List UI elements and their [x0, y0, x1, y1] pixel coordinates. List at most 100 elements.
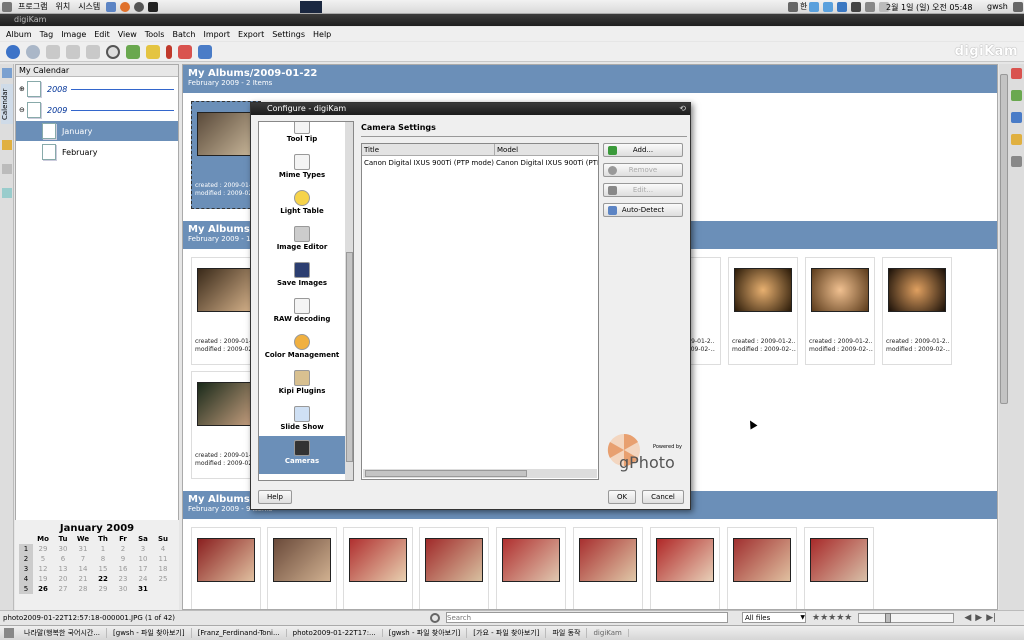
- firefox-icon[interactable]: [120, 1, 131, 12]
- config-item-light-table[interactable]: Light Table: [259, 188, 345, 224]
- day-cell[interactable]: 11: [153, 554, 173, 564]
- task-firefox[interactable]: 나라말(행복한 국어시간...: [18, 628, 108, 638]
- menu-help[interactable]: Help: [309, 30, 335, 39]
- menu-tools[interactable]: Tools: [141, 30, 169, 39]
- filter-select[interactable]: All files ▼: [742, 612, 806, 623]
- zoom-slider[interactable]: [858, 612, 955, 623]
- task-file-browser-2[interactable]: [gwsh - 파일 찾아보기]: [383, 628, 468, 638]
- column-header-title[interactable]: Title: [362, 144, 495, 156]
- menu-album[interactable]: Album: [2, 30, 36, 39]
- photo-thumbnail[interactable]: [425, 538, 483, 582]
- horizontal-scrollbar[interactable]: [363, 469, 597, 478]
- config-item-kipi-plugins[interactable]: Kipi Plugins: [259, 368, 345, 404]
- back-arrow-icon[interactable]: ◀: [964, 613, 971, 623]
- forward-arrow-icon[interactable]: ▶: [975, 613, 982, 623]
- metadata-icon[interactable]: [1011, 90, 1022, 101]
- expand-icon[interactable]: ⊕: [19, 85, 27, 93]
- search-icon[interactable]: [430, 612, 440, 623]
- day-cell[interactable]: 14: [73, 564, 93, 574]
- day-cell[interactable]: 25: [153, 574, 173, 584]
- camera-list[interactable]: Title Model Canon Digital IXUS 900Ti (PT…: [361, 143, 599, 480]
- panel-menu-places[interactable]: 위치: [51, 1, 74, 12]
- album-properties-icon[interactable]: [86, 44, 100, 59]
- day-cell[interactable]: 23: [113, 574, 133, 584]
- photo-thumbnail[interactable]: [579, 538, 637, 582]
- thumbnail-item[interactable]: [804, 527, 874, 609]
- thumbnail-item[interactable]: created : 2009-01-2... modified : 2009-0…: [805, 257, 875, 365]
- task-file-browser[interactable]: [gwsh - 파일 찾아보기]: [107, 628, 192, 638]
- day-cell[interactable]: 20: [53, 574, 73, 584]
- day-cell[interactable]: 19: [33, 574, 53, 584]
- remove-camera-button[interactable]: Remove: [603, 163, 683, 177]
- zoom-handle[interactable]: [885, 612, 892, 623]
- photo-thumbnail[interactable]: [197, 382, 255, 426]
- comments-icon[interactable]: [1011, 112, 1022, 123]
- properties-icon[interactable]: [1011, 68, 1022, 79]
- task-digikam[interactable]: digiKam: [587, 629, 629, 637]
- tags-icon[interactable]: [2, 140, 12, 150]
- day-cell[interactable]: 9: [113, 554, 133, 564]
- day-cell[interactable]: 15: [93, 564, 113, 574]
- new-album-icon[interactable]: [46, 44, 60, 59]
- day-cell[interactable]: 12: [33, 564, 53, 574]
- day-cell[interactable]: 6: [53, 554, 73, 564]
- day-cell[interactable]: 28: [73, 584, 93, 594]
- thumbnail-item[interactable]: [343, 527, 413, 609]
- menu-batch[interactable]: Batch: [168, 30, 199, 39]
- photo-thumbnail[interactable]: [197, 538, 255, 582]
- foot-icon[interactable]: [2, 1, 12, 12]
- config-item-slide-show[interactable]: Slide Show: [259, 404, 345, 440]
- day-cell[interactable]: 29: [33, 544, 53, 554]
- menu-export[interactable]: Export: [234, 30, 268, 39]
- day-cell[interactable]: 30: [113, 584, 133, 594]
- package-icon[interactable]: [106, 1, 117, 12]
- photo-thumbnail[interactable]: [888, 268, 946, 312]
- day-cell[interactable]: [153, 584, 173, 594]
- tree-item-2009[interactable]: ⊖ 2009: [16, 100, 178, 120]
- config-list-scrollbar[interactable]: [345, 122, 353, 480]
- tree-item-2008[interactable]: ⊕ 2008: [16, 79, 178, 99]
- tray-network-icon[interactable]: [809, 1, 820, 12]
- user-menu[interactable]: gwsh: [987, 2, 1008, 11]
- rating-filter[interactable]: ★★★★★: [812, 613, 852, 623]
- edit-pencil-icon[interactable]: [166, 44, 172, 59]
- config-page-list[interactable]: Tool Tip Mime Types Light Table Image Ed…: [258, 121, 354, 481]
- photo-thumbnail[interactable]: [349, 538, 407, 582]
- thumbnail-item[interactable]: created : 2009-01-2... modified : 2009-0…: [882, 257, 952, 365]
- photo-thumbnail[interactable]: [734, 268, 792, 312]
- day-cell[interactable]: 17: [133, 564, 153, 574]
- task-file-ops[interactable]: 파일 동작: [546, 628, 588, 638]
- photo-thumbnail[interactable]: [197, 268, 255, 312]
- panel-menu-applications[interactable]: 프로그램: [14, 1, 51, 12]
- task-image[interactable]: photo2009-01-22T17:...: [287, 629, 383, 637]
- tray-bluetooth-icon[interactable]: [823, 1, 834, 12]
- day-cell[interactable]: 27: [53, 584, 73, 594]
- geolocation-icon[interactable]: [1011, 156, 1022, 167]
- day-cell[interactable]: 2: [113, 544, 133, 554]
- day-cell[interactable]: 8: [93, 554, 113, 564]
- panel-menu-system[interactable]: 시스템: [74, 1, 104, 12]
- photo-thumbnail[interactable]: [733, 538, 791, 582]
- camera-title-cell[interactable]: Canon Digital IXUS 900Ti (PTP mode): [364, 159, 495, 167]
- vertical-scrollbar[interactable]: [999, 64, 1009, 610]
- photo-thumbnail[interactable]: [810, 538, 868, 582]
- ok-button[interactable]: OK: [608, 490, 636, 504]
- config-item-image-editor[interactable]: Image Editor: [259, 224, 345, 260]
- config-item-tooltip[interactable]: Tool Tip: [259, 122, 345, 152]
- add-camera-button[interactable]: Add...: [603, 143, 683, 157]
- thumbnail-item[interactable]: [191, 527, 261, 609]
- config-item-save-images[interactable]: Save Images: [259, 260, 345, 296]
- day-cell[interactable]: 3: [133, 544, 153, 554]
- menu-image[interactable]: Image: [57, 30, 90, 39]
- image-icon[interactable]: [126, 44, 140, 59]
- day-cell-with-photos[interactable]: 22: [93, 574, 113, 584]
- thumbnail-item[interactable]: [267, 527, 337, 609]
- task-file-browser-3[interactable]: [가요 - 파일 찾아보기]: [467, 628, 547, 638]
- day-cell[interactable]: 24: [133, 574, 153, 584]
- collapse-icon[interactable]: ⊖: [19, 106, 27, 114]
- day-cell[interactable]: 30: [53, 544, 73, 554]
- day-cell-with-photos[interactable]: 31: [133, 584, 153, 594]
- back-icon[interactable]: [6, 44, 20, 59]
- help-button[interactable]: Help: [258, 490, 292, 504]
- thumbnail-item[interactable]: [496, 527, 566, 609]
